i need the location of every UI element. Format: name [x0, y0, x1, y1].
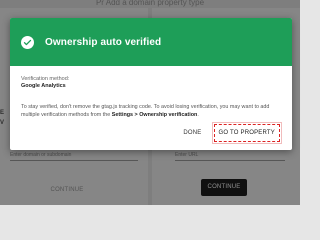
dialog-actions: DONE GO TO PROPERTY	[183, 122, 283, 144]
dialog-title: Ownership auto verified	[45, 36, 162, 48]
ownership-verified-dialog: Ownership auto verified Verification met…	[10, 18, 292, 150]
dialog-header: Ownership auto verified	[10, 18, 292, 66]
dialog-body: Verification method: Google Analytics To…	[10, 66, 292, 119]
done-button[interactable]: DONE	[183, 130, 201, 136]
info-text-part-2: .	[197, 112, 199, 118]
verification-method-label: Verification method:	[21, 76, 70, 82]
settings-link-text: Settings > Ownership verification	[111, 112, 198, 118]
go-to-property-button[interactable]: GO TO PROPERTY	[211, 122, 283, 144]
verification-method-value: Google Analytics	[21, 83, 66, 89]
verification-info-text: To stay verified, don't remove the gtag.…	[21, 103, 281, 119]
check-circle-icon	[21, 35, 34, 49]
